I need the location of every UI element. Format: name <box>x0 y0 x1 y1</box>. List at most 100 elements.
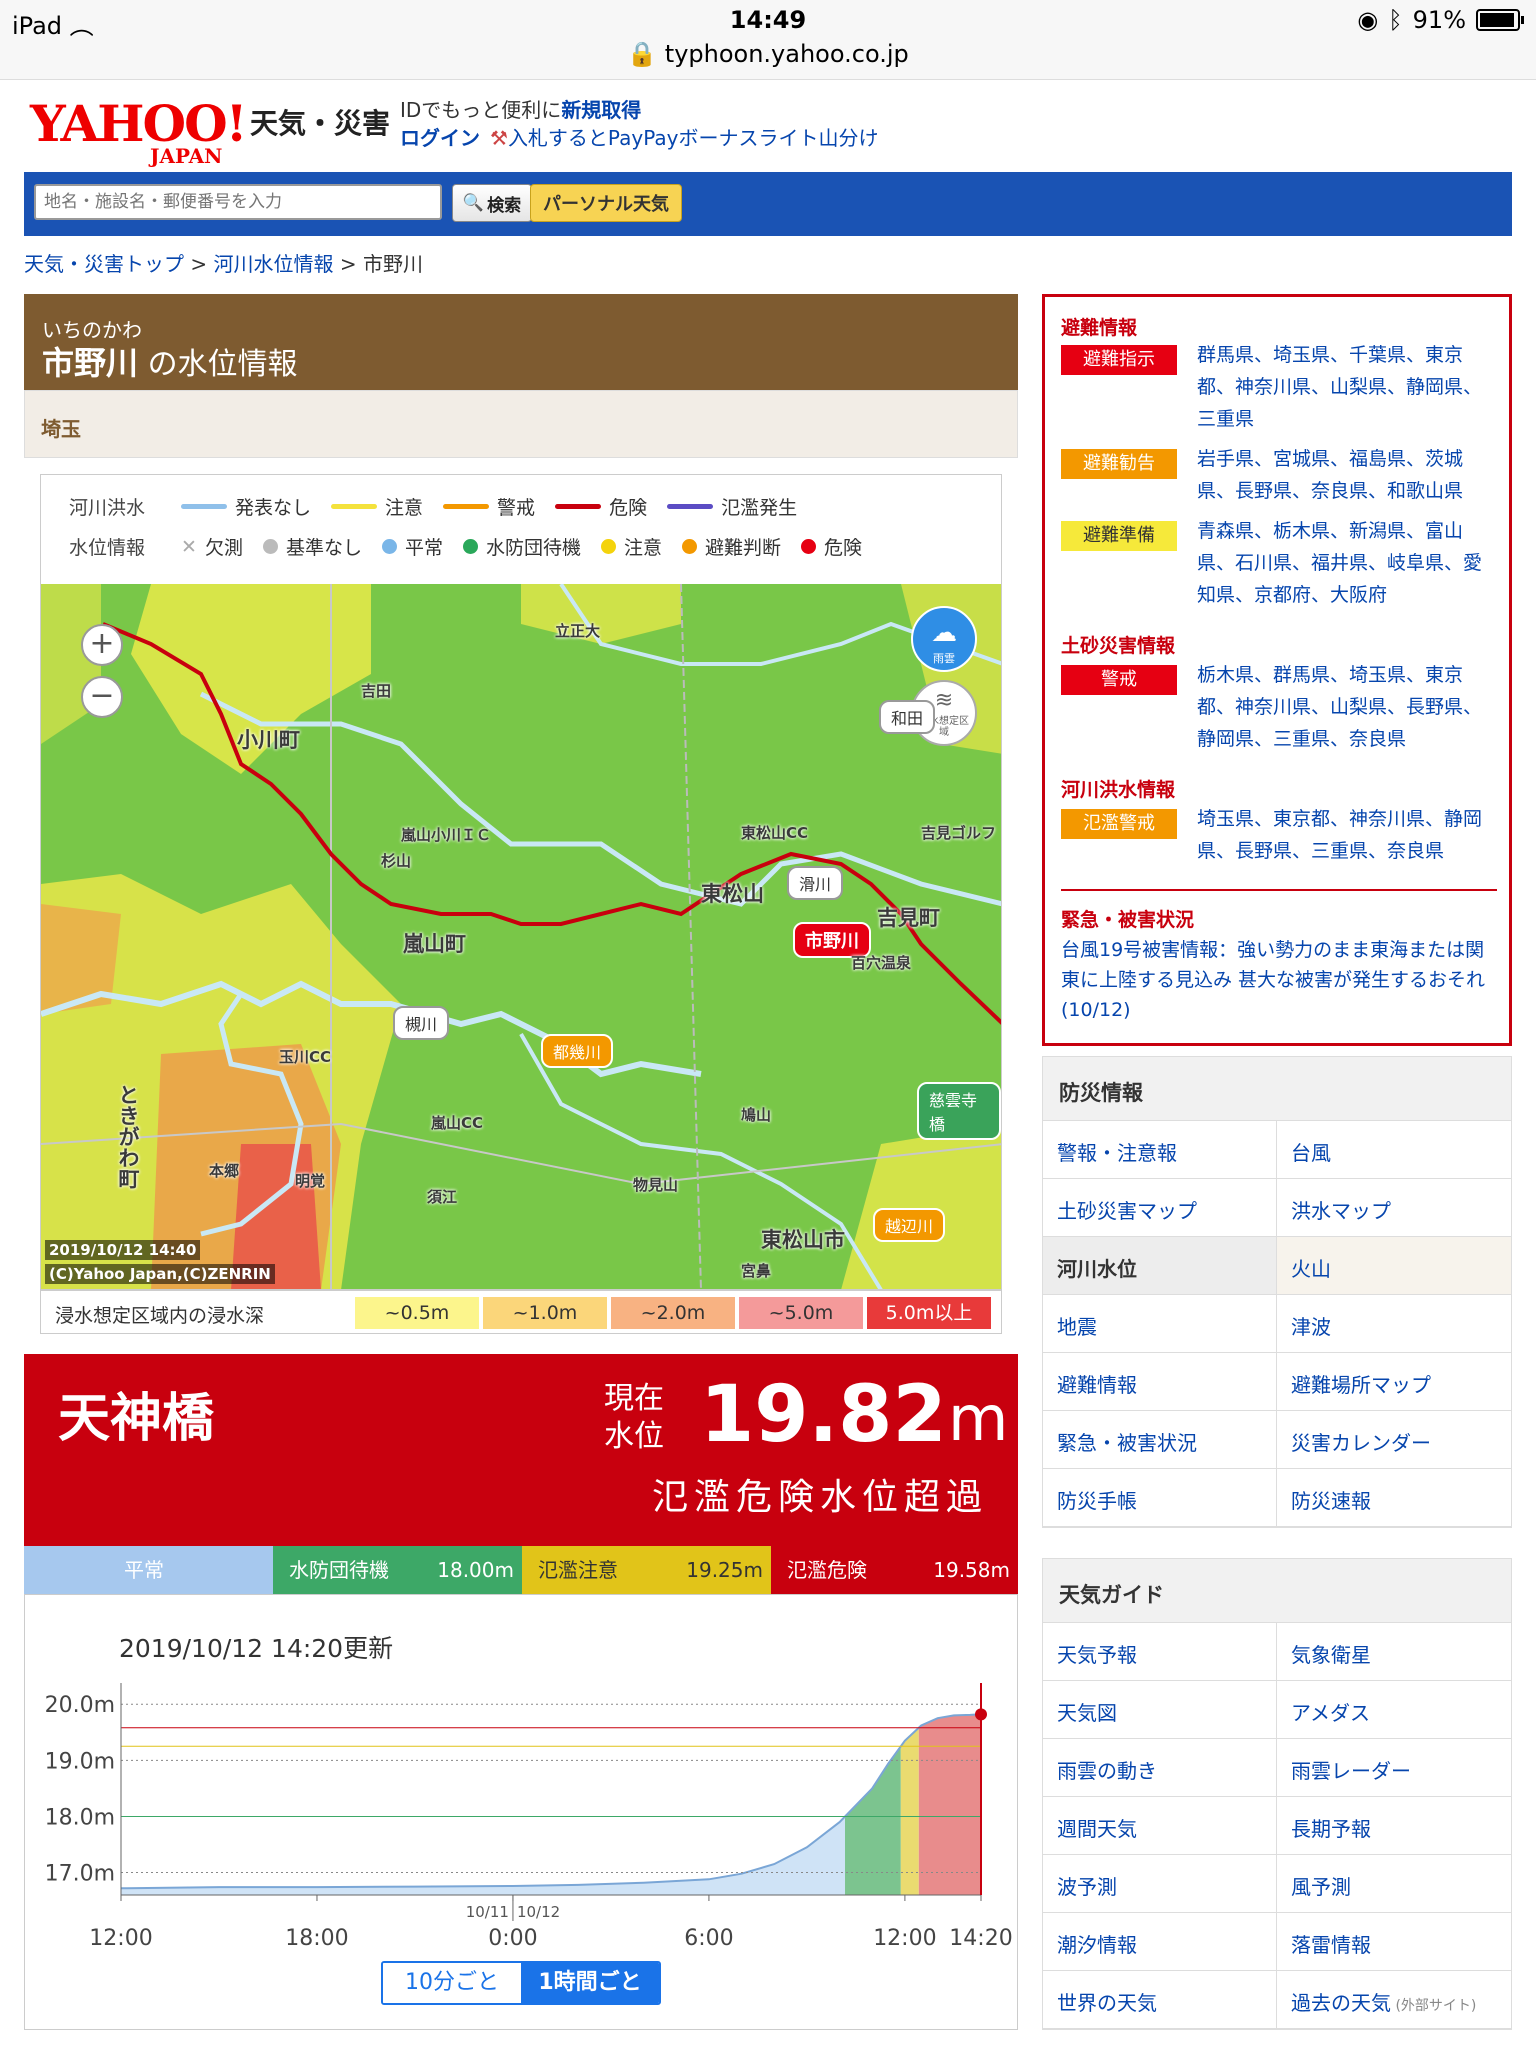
paypay-promo-link[interactable]: 入札するとPayPayボーナスライト山分け <box>508 126 879 150</box>
map-place-hyakuana: 百穴温泉 <box>851 954 912 972</box>
map-label-tokigawa[interactable]: 都幾川 <box>541 1034 614 1068</box>
flood-legend-swatch <box>555 504 602 509</box>
link-disaster-grid-12[interactable]: 防災手帳 <box>1043 1469 1277 1527</box>
login-link[interactable]: ログイン <box>400 126 480 150</box>
map-label-jiunjibashi[interactable]: 慈雲寺橋 <box>917 1082 1001 1140</box>
link-disaster-grid-13[interactable]: 防災速報 <box>1277 1469 1511 1527</box>
link-disaster-grid-1[interactable]: 台風 <box>1277 1121 1511 1179</box>
map-place-yoshida: 吉田 <box>361 682 392 700</box>
link-weather-grid-8[interactable]: 波予測 <box>1043 1855 1277 1913</box>
site-header: YAHOO! JAPAN 天気・災害 IDでもっと便利に新規取得 ログイン ⚒入札… <box>0 80 1536 170</box>
flood-legend-swatch <box>331 504 378 509</box>
weather-guide-title: 天気ガイド <box>1043 1559 1511 1623</box>
landslide-heading: 土砂災害情報 <box>1061 635 1176 657</box>
link-disaster-grid-9[interactable]: 避難場所マップ <box>1277 1353 1511 1411</box>
y-tick-label: 17.0m <box>45 1862 115 1887</box>
emergency-news-link[interactable]: 台風19号被害情報：強い勢力のまま東海または関東に上陸する見込み 甚大な被害が発… <box>1061 935 1501 1025</box>
search-input[interactable] <box>34 184 442 220</box>
link-disaster-grid-10[interactable]: 緊急・被害状況 <box>1043 1411 1277 1469</box>
depth-legend-item: ~0.5m <box>355 1297 479 1329</box>
breadcrumb-river-info[interactable]: 河川水位情報 <box>213 252 333 276</box>
flood-legend-row: 河川洪水 発表なし 注意 警戒 危険 氾濫発生 <box>69 493 797 520</box>
map-place-higashimatsuyama: 東松山 <box>701 882 764 906</box>
threshold-name: 平常 <box>124 1558 164 1582</box>
evac-advisory-prefs[interactable]: 岩手県、宮城県、福島県、茨城県、長野県、奈良県、和歌山県 <box>1197 443 1493 507</box>
link-disaster-grid-4[interactable]: 河川水位 <box>1043 1237 1277 1295</box>
link-disaster-grid-11[interactable]: 災害カレンダー <box>1277 1411 1511 1469</box>
inundation-depth-legend: 浸水想定区域内の浸水深 ~0.5m ~1.0m ~2.0m ~5.0m 5.0m以上 <box>40 1290 1002 1334</box>
y-tick-label: 18.0m <box>45 1805 115 1830</box>
threshold-value: 19.58m <box>933 1558 1010 1582</box>
personal-weather-button[interactable]: パーソナル天気 <box>530 184 682 222</box>
map-place-sue: 須江 <box>427 1188 458 1206</box>
address-bar[interactable]: 🔒 typhoon.yahoo.co.jp <box>0 40 1536 68</box>
weather-guide-panel: 天気ガイド 天気予報 気象衛星 天気図 アメダス 雨雲の動き 雨雲レーダー 週間天気 長期予報… <box>1042 1558 1512 2030</box>
evac-order-badge: 避難指示 <box>1061 345 1177 375</box>
flood-legend-label: 注意 <box>385 497 424 519</box>
area-band-2 <box>900 1727 919 1895</box>
current-level-label: 現在 水位 <box>604 1381 664 1454</box>
search-button[interactable]: 🔍 検索 <box>452 184 532 222</box>
evac-prep-badge: 避難準備 <box>1061 521 1177 551</box>
map-label-wada[interactable]: 和田 <box>879 700 936 734</box>
link-weather-grid-9[interactable]: 風予測 <box>1277 1855 1511 1913</box>
zoom-out-button[interactable]: − <box>81 676 123 718</box>
orientation-lock-icon: ◉ <box>1357 6 1379 34</box>
link-weather-grid-4[interactable]: 雨雲の動き <box>1043 1739 1277 1797</box>
link-weather-grid-3[interactable]: アメダス <box>1277 1681 1511 1739</box>
cloud-icon: ☁ <box>931 618 957 648</box>
map-label-koshibegawa[interactable]: 越辺川 <box>873 1208 946 1242</box>
level-legend-dot <box>682 539 698 554</box>
landslide-prefs[interactable]: 栃木県、群馬県、埼玉県、東京都、神奈川県、山梨県、長野県、静岡県、三重県、奈良県 <box>1197 659 1493 755</box>
link-disaster-grid-8[interactable]: 避難情報 <box>1043 1353 1277 1411</box>
map-place-higashimatsuyama_cc: 東松山CC <box>741 824 809 842</box>
flood-legend-label: 警戒 <box>497 497 536 519</box>
ten-minute-tab[interactable]: 10分ごと <box>383 1963 521 2003</box>
flood-prefs[interactable]: 埼玉県、東京都、神奈川県、静岡県、長野県、三重県、奈良県 <box>1197 803 1493 867</box>
map-label-tsukigawa[interactable]: 槻川 <box>393 1006 450 1040</box>
map-place-yoshimi_golf: 吉見ゴルフ <box>921 824 997 842</box>
link-weather-grid-5[interactable]: 雨雲レーダー <box>1277 1739 1511 1797</box>
link-weather-grid-6[interactable]: 週間天気 <box>1043 1797 1277 1855</box>
hourly-tab[interactable]: 1時間ごと <box>521 1963 659 2003</box>
map-label-namegawa[interactable]: 滑川 <box>787 866 844 900</box>
link-disaster-grid-3[interactable]: 洪水マップ <box>1277 1179 1511 1237</box>
evac-prep-prefs[interactable]: 青森県、栃木県、新潟県、富山県、石川県、福井県、岐阜県、愛知県、京都府、大阪府 <box>1197 515 1493 611</box>
level-legend-label: 水防団待機 <box>485 537 581 559</box>
link-weather-grid-13[interactable]: 過去の天気 (外部サイト) <box>1277 1971 1511 2029</box>
disaster-info-title: 防災情報 <box>1043 1057 1511 1121</box>
link-weather-grid-7[interactable]: 長期予報 <box>1277 1797 1511 1855</box>
signup-link[interactable]: 新規取得 <box>561 98 641 122</box>
level-legend-label: 危険 <box>824 537 863 559</box>
link-disaster-grid-0[interactable]: 警報・注意報 <box>1043 1121 1277 1179</box>
water-level-panel: 天神橋 現在 水位 19.82 m 氾濫危険水位超過 <box>24 1354 1018 1546</box>
link-weather-grid-1[interactable]: 気象衛星 <box>1277 1623 1511 1681</box>
map-place-risshodai: 立正大 <box>555 622 601 640</box>
link-weather-grid-10[interactable]: 潮汐情報 <box>1043 1913 1277 1971</box>
site-title[interactable]: 天気・災害 <box>250 102 390 142</box>
flood-legend-label: 氾濫発生 <box>721 497 798 519</box>
level-legend-label: 欠測 <box>204 537 243 559</box>
x-tick-label: 14:20 <box>949 1926 1012 1951</box>
link-weather-grid-12[interactable]: 世界の天気 <box>1043 1971 1277 2029</box>
link-disaster-grid-7[interactable]: 津波 <box>1277 1295 1511 1353</box>
level-legend-label: 平常 <box>404 537 443 559</box>
link-disaster-grid-6[interactable]: 地震 <box>1043 1295 1277 1353</box>
depth-legend-item: ~2.0m <box>611 1297 735 1329</box>
evac-order-prefs[interactable]: 群馬県、埼玉県、千葉県、東京都、神奈川県、山梨県、静岡県、三重県 <box>1197 339 1493 435</box>
link-disaster-grid-2[interactable]: 土砂災害マップ <box>1043 1179 1277 1237</box>
link-disaster-grid-5[interactable]: 火山 <box>1277 1237 1511 1295</box>
date-mark-prev: 10/11 <box>466 1903 509 1921</box>
rain-cloud-button[interactable]: ☁ 雨雲 <box>911 606 977 672</box>
link-weather-grid-2[interactable]: 天気図 <box>1043 1681 1277 1739</box>
evac-advisory-badge: 避難勧告 <box>1061 449 1177 479</box>
river-map[interactable]: + − ☁ 雨雲 ≋ 浸水想定区域 市野川 槻川 都幾川 滑川 越辺川 慈雲寺橋 和… <box>40 584 1002 1290</box>
zoom-in-button[interactable]: + <box>81 624 123 666</box>
station-name: 天神橋 <box>58 1389 215 1449</box>
breadcrumb-top[interactable]: 天気・災害トップ <box>24 252 184 276</box>
threshold-segment: 氾濫注意 19.25m <box>522 1546 771 1594</box>
link-weather-grid-0[interactable]: 天気予報 <box>1043 1623 1277 1681</box>
link-weather-grid-11[interactable]: 落雷情報 <box>1277 1913 1511 1971</box>
map-place-hatoyama: 鳩山 <box>741 1106 772 1124</box>
map-copyright: (C)Yahoo Japan,(C)ZENRIN <box>45 1264 275 1284</box>
